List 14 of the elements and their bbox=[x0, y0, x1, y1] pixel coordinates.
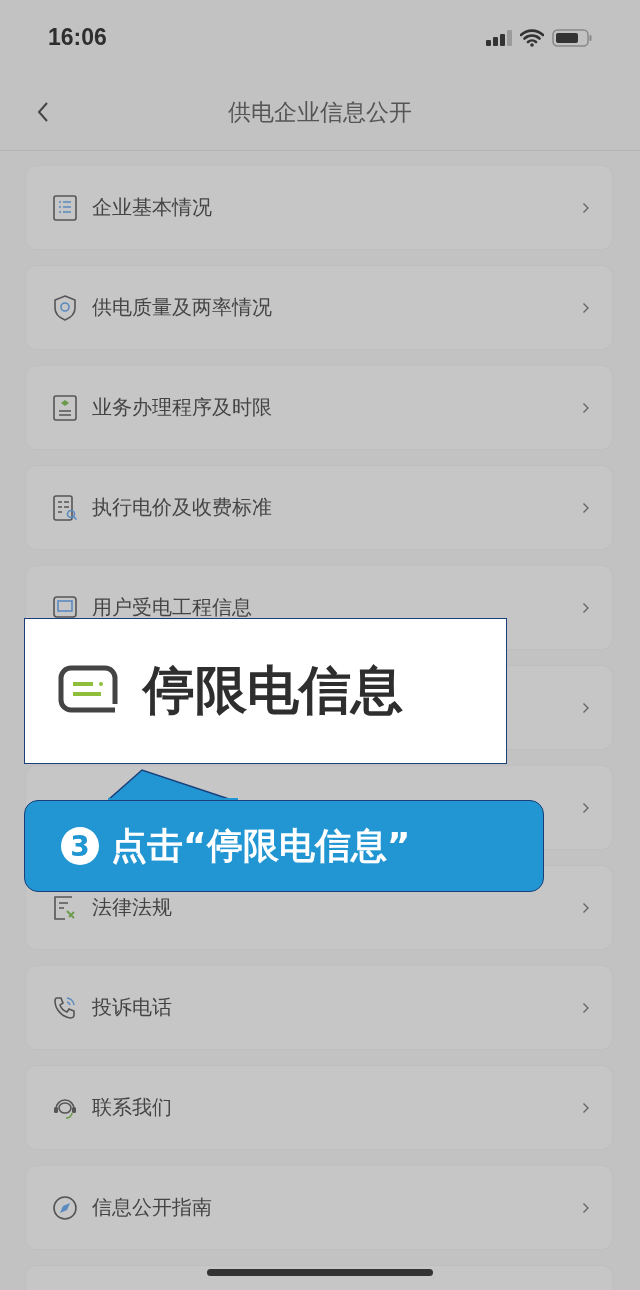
popup-label: 停限电信息 bbox=[143, 659, 403, 722]
menu-item-label: 用户受电工程信息 bbox=[92, 594, 252, 621]
menu-item-label: 企业基本情况 bbox=[92, 194, 212, 221]
menu-item-label: 供电质量及两率情况 bbox=[92, 294, 272, 321]
status-time: 16:06 bbox=[48, 24, 107, 51]
menu-item-label: 法律法规 bbox=[92, 894, 172, 921]
menu-item-label: 业务办理程序及时限 bbox=[92, 394, 272, 421]
page-title: 供电企业信息公开 bbox=[228, 98, 412, 127]
menu-item-label: 联系我们 bbox=[92, 1094, 172, 1121]
menu-item-label: 执行电价及收费标准 bbox=[92, 494, 272, 521]
step-number-badge: 3 bbox=[61, 827, 99, 865]
menu-item-label: 投诉电话 bbox=[92, 994, 172, 1021]
callout-text: 点击“停限电信息” bbox=[111, 823, 411, 868]
menu-item-label: 信息公开指南 bbox=[92, 1194, 212, 1221]
